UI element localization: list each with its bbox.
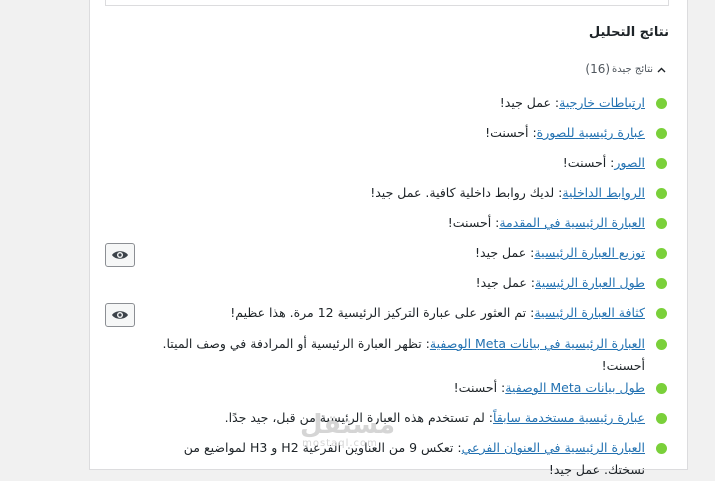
result-text: : عمل جيد!	[475, 275, 536, 290]
section-title: نتائج التحليل	[588, 25, 669, 40]
result-text: : أحسنت!	[453, 380, 506, 395]
result-link[interactable]: عبارة رئيسية مستخدمة سابقاً	[493, 410, 645, 425]
result-link[interactable]: طول العبارة الرئيسية	[535, 275, 645, 290]
eye-icon	[112, 311, 128, 319]
result-text: : عمل جيد!	[499, 95, 560, 110]
chevron-up-icon	[657, 63, 666, 76]
good-status-icon	[656, 308, 667, 319]
analysis-panel: نتائج التحليل نتائج جيدة (16) ارتباطات خ…	[89, 0, 688, 477]
result-text: : عمل جيد!	[475, 245, 535, 260]
result-link[interactable]: كثافة العبارة الرئيسية	[534, 305, 645, 320]
good-status-icon	[656, 443, 667, 454]
result-text: : لديك روابط داخلية كافية. عمل جيد!	[370, 185, 563, 200]
good-status-icon	[656, 278, 667, 289]
highlight-eye-button[interactable]	[105, 243, 135, 267]
text-field-bottom-edge[interactable]	[105, 0, 669, 6]
good-status-icon	[656, 98, 667, 109]
result-link[interactable]: طول بيانات Meta الوصفية	[505, 380, 645, 395]
result-link[interactable]: عبارة رئيسية للصورة	[537, 125, 645, 140]
good-status-icon	[656, 158, 667, 169]
result-link[interactable]: الروابط الداخلية	[562, 185, 645, 200]
result-text: : تم العثور على عبارة التركيز الرئيسية 1…	[230, 305, 535, 320]
good-status-icon	[656, 128, 667, 139]
eye-icon	[112, 251, 128, 259]
good-status-icon	[656, 218, 667, 229]
result-link[interactable]: الصور	[614, 155, 645, 170]
result-link[interactable]: العبارة الرئيسية في بيانات Meta الوصفية	[430, 336, 645, 351]
result-link[interactable]: توزيع العبارة الرئيسية	[534, 245, 645, 260]
good-status-icon	[656, 383, 667, 394]
result-text: : أحسنت!	[485, 125, 537, 140]
result-link[interactable]: العبارة الرئيسية في المقدمة	[499, 215, 645, 230]
result-text: : لم تستخدم هذه العبارة الرئيسية من قبل،…	[224, 410, 493, 425]
good-results-label: نتائج جيدة	[612, 63, 653, 75]
good-status-icon	[656, 413, 667, 424]
good-results-toggle[interactable]: نتائج جيدة (16)	[585, 62, 666, 76]
good-status-icon	[656, 248, 667, 259]
highlight-eye-button[interactable]	[105, 303, 135, 327]
result-text: : أحسنت!	[562, 155, 615, 170]
good-results-count: (16)	[585, 62, 611, 76]
result-text: : أحسنت!	[447, 215, 500, 230]
result-link[interactable]: ارتباطات خارجية	[559, 95, 645, 110]
good-status-icon	[656, 339, 667, 350]
result-link[interactable]: العبارة الرئيسية في العنوان الفرعي	[462, 440, 645, 455]
good-status-icon	[656, 188, 667, 199]
